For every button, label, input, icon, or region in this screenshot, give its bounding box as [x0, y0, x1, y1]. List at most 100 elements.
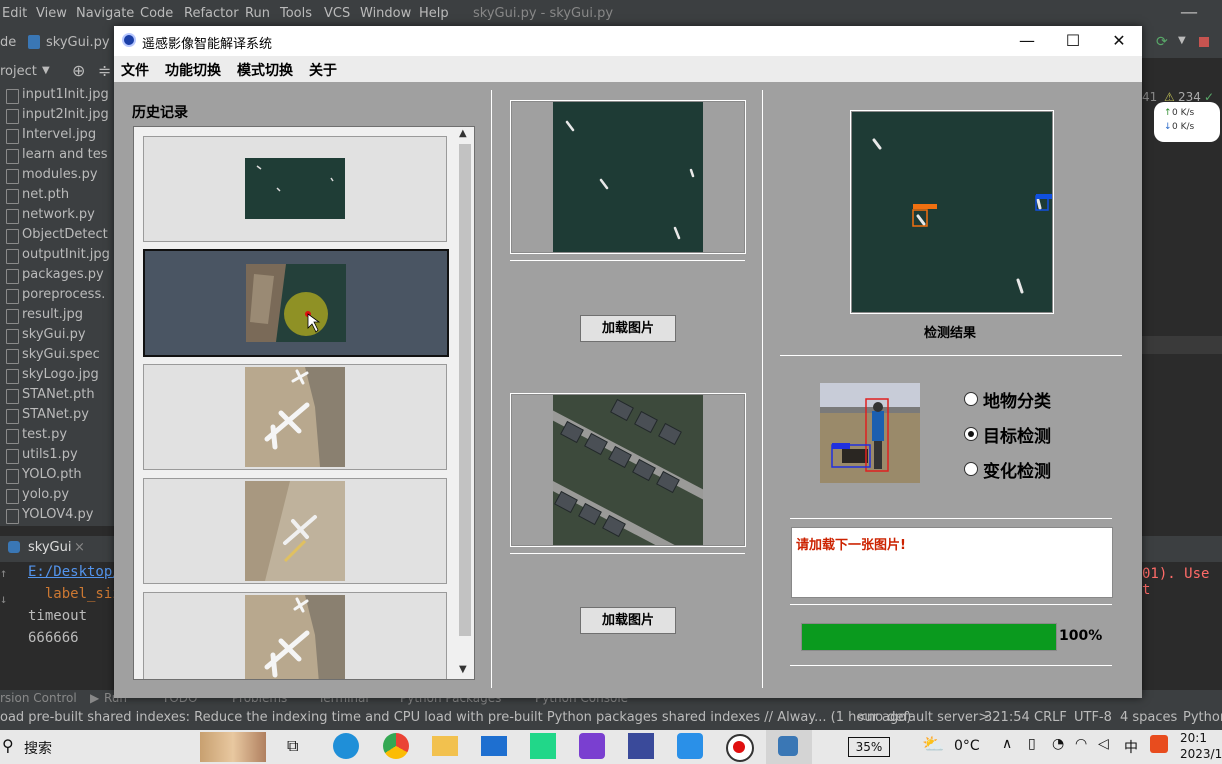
file-item[interactable]: skyGui.py: [6, 327, 86, 344]
ide-menu-code[interactable]: Code: [140, 6, 173, 21]
file-item[interactable]: poreprocess.: [6, 287, 105, 304]
close-icon[interactable]: ✕: [1096, 26, 1142, 56]
taskbar-active-app[interactable]: [766, 730, 812, 764]
file-item[interactable]: STANet.pth: [6, 387, 95, 404]
scrollbar-thumb[interactable]: [459, 144, 471, 636]
message-box[interactable]: 请加载下一张图片!: [791, 527, 1113, 598]
console-line[interactable]: E:/Desktop/: [28, 564, 121, 580]
file-item[interactable]: result.jpg: [6, 307, 83, 324]
file-item[interactable]: network.py: [6, 207, 95, 224]
project-dropdown-icon[interactable]: ▼: [42, 65, 50, 76]
status-interpreter[interactable]: Python: [1183, 710, 1222, 725]
file-item[interactable]: yolo.py: [6, 487, 69, 504]
file-item[interactable]: net.pth: [6, 187, 69, 204]
file-item[interactable]: modules.py: [6, 167, 98, 184]
file-item[interactable]: YOLO.pth: [6, 467, 82, 484]
file-item[interactable]: input2Init.jpg: [6, 107, 109, 124]
ide-menu-run[interactable]: Run: [245, 6, 270, 21]
tool-tab-version-control[interactable]: rsion Control: [0, 691, 77, 705]
task-view-icon[interactable]: ⧉: [287, 736, 298, 756]
pycharm-icon[interactable]: [530, 733, 556, 759]
mode-label-classification[interactable]: 地物分类: [983, 387, 1051, 412]
history-item[interactable]: [143, 478, 447, 584]
taskbar-search-label[interactable]: 搜索: [24, 738, 52, 758]
file-item[interactable]: Intervel.jpg: [6, 127, 96, 144]
history-item[interactable]: [143, 364, 447, 470]
radio-land-classification[interactable]: [964, 392, 978, 406]
file-item[interactable]: outputInit.jpg: [6, 247, 110, 264]
radio-change-detection[interactable]: [964, 462, 978, 476]
feishu-icon[interactable]: [677, 733, 703, 759]
menu-about[interactable]: 关于: [309, 60, 337, 80]
status-message[interactable]: oad pre-built shared indexes: Reduce the…: [0, 710, 911, 725]
pdf-app-icon[interactable]: [579, 733, 605, 759]
status-encoding[interactable]: UTF-8: [1074, 710, 1112, 725]
status-position[interactable]: 321:54: [984, 710, 1030, 725]
ide-menu-refactor[interactable]: Refactor: [184, 6, 239, 21]
file-item[interactable]: test.py: [6, 427, 67, 444]
mail-icon[interactable]: [481, 736, 507, 756]
scroll-down-icon[interactable]: ↓: [0, 592, 7, 606]
status-line-ending[interactable]: CRLF: [1034, 710, 1067, 725]
status-indent[interactable]: 4 spaces: [1120, 710, 1177, 725]
file-item[interactable]: learn and tes: [6, 147, 108, 164]
ide-menu-window[interactable]: Window: [360, 6, 411, 21]
ide-menu-vcs[interactable]: VCS: [324, 6, 350, 21]
file-item[interactable]: ObjectDetect: [6, 227, 108, 244]
file-explorer-icon[interactable]: [432, 736, 458, 756]
radio-object-detection[interactable]: [964, 427, 978, 441]
menu-file[interactable]: 文件: [121, 60, 149, 80]
history-item[interactable]: [143, 136, 447, 242]
chrome-icon[interactable]: [383, 733, 409, 759]
scroll-down-icon[interactable]: ▼: [459, 664, 467, 675]
weather-icon[interactable]: ⛅: [922, 734, 944, 755]
stop-icon[interactable]: [1199, 37, 1209, 47]
ide-menu-navigate[interactable]: Navigate: [76, 6, 134, 21]
mode-label-detection[interactable]: 目标检测: [983, 422, 1051, 447]
project-label[interactable]: roject: [0, 64, 37, 79]
battery-indicator[interactable]: 35%: [848, 737, 890, 757]
tray-expand-icon[interactable]: ∧: [1002, 736, 1012, 752]
network-icon[interactable]: ◔: [1052, 736, 1064, 752]
load-image-button-2[interactable]: 加载图片: [580, 607, 676, 634]
target-icon[interactable]: ⊕: [72, 61, 85, 80]
file-item[interactable]: STANet.py: [6, 407, 89, 424]
file-item[interactable]: utils1.py: [6, 447, 78, 464]
menu-function-switch[interactable]: 功能切换: [165, 60, 221, 80]
close-icon[interactable]: ×: [74, 540, 85, 555]
file-item[interactable]: packages.py: [6, 267, 104, 284]
debug-icon[interactable]: ⟳: [1156, 34, 1168, 50]
load-image-button-1[interactable]: 加载图片: [580, 315, 676, 342]
ime-indicator[interactable]: 中: [1124, 737, 1138, 757]
ide-menu-edit[interactable]: Edit: [2, 6, 27, 21]
devcpp-icon[interactable]: [628, 733, 654, 759]
history-list[interactable]: [133, 126, 475, 680]
minimize-icon[interactable]: —: [1004, 26, 1050, 56]
collapse-icon[interactable]: ≑: [98, 61, 111, 80]
clock-time[interactable]: 20:1: [1180, 731, 1207, 745]
file-item[interactable]: input1Init.jpg: [6, 87, 109, 104]
mic-icon[interactable]: ▯: [1028, 736, 1036, 752]
menu-mode-switch[interactable]: 模式切换: [237, 60, 293, 80]
run-tab-label[interactable]: skyGui: [28, 540, 71, 555]
ide-file-tab[interactable]: skyGui.py: [46, 35, 110, 50]
ide-tab-prefix[interactable]: de: [0, 35, 16, 50]
status-server[interactable]: <no default server>: [856, 710, 989, 725]
ide-menu-help[interactable]: Help: [419, 6, 449, 21]
history-item-selected[interactable]: [143, 249, 449, 357]
file-item[interactable]: skyGui.spec: [6, 347, 100, 364]
input-method-icon[interactable]: [1150, 735, 1168, 753]
temperature[interactable]: 0°C: [954, 738, 980, 754]
scroll-up-icon[interactable]: ▲: [459, 128, 467, 139]
history-item[interactable]: [143, 592, 447, 679]
clock-date[interactable]: 2023/1: [1180, 747, 1222, 761]
maximize-icon[interactable]: ☐: [1050, 26, 1096, 56]
search-icon[interactable]: ⚲: [2, 736, 14, 755]
ide-menu-view[interactable]: View: [36, 6, 67, 21]
chevron-down-icon[interactable]: ▼: [1178, 35, 1186, 46]
edge-icon[interactable]: [333, 733, 359, 759]
ide-menu-tools[interactable]: Tools: [280, 6, 312, 21]
mode-label-change-detection[interactable]: 变化检测: [983, 457, 1051, 482]
file-item[interactable]: YOLOV4.py: [6, 507, 94, 524]
volume-icon[interactable]: ◁: [1098, 736, 1109, 752]
